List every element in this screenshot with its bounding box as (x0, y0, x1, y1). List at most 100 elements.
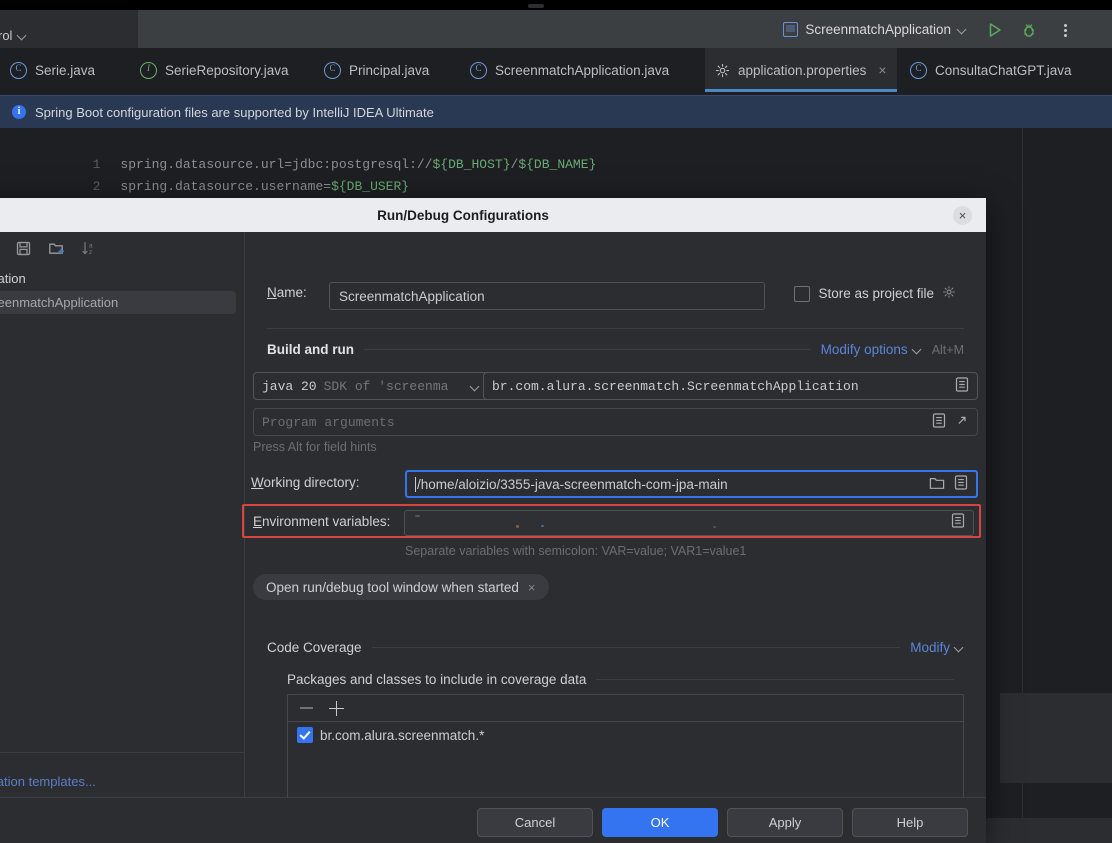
editor-tab-application-properties[interactable]: application.properties × (705, 48, 897, 92)
code-token: ${DB_USER} (331, 179, 410, 194)
working-directory-actions (929, 475, 968, 493)
main-class-actions (955, 376, 969, 396)
editor-tab-serierepository[interactable]: I SerieRepository.java (130, 48, 299, 92)
store-as-project-file-checkbox[interactable]: Store as project file (794, 285, 956, 302)
insert-macro-icon[interactable] (951, 513, 965, 533)
chevron-down-icon (471, 382, 480, 391)
java-class-icon: C (10, 61, 27, 79)
coverage-item-label: br.com.alura.screenmatch.* (320, 727, 485, 743)
sdk-version-label: java 20 (262, 378, 317, 394)
dialog-body: a z plication ScreenmatchApplication gur… (0, 232, 986, 843)
plus-icon[interactable] (329, 700, 344, 716)
save-icon[interactable] (15, 240, 32, 257)
more-actions-button[interactable] (1056, 21, 1074, 39)
coverage-packages-label: Packages and classes to include in cover… (287, 672, 587, 687)
close-icon[interactable]: × (528, 580, 536, 595)
program-arguments-placeholder: Program arguments (262, 414, 395, 430)
version-control-label: rol (0, 28, 13, 43)
run-configuration-selector[interactable]: ScreenmatchApplication (783, 10, 967, 48)
name-input-value: ScreenmatchApplication (339, 288, 485, 304)
window-drag-nub (528, 4, 544, 8)
editor-tab-consultachatgpt[interactable]: C ConsultaChatGPT.java (900, 48, 1082, 92)
run-config-icon (783, 21, 799, 37)
program-arguments-input[interactable]: Program arguments (253, 408, 978, 436)
dialog-sidebar: a z plication ScreenmatchApplication gur… (0, 232, 245, 798)
header-rule (596, 679, 954, 680)
editor-tab-serie[interactable]: C Serie.java (0, 48, 105, 92)
sidebar-group-label: plication (0, 271, 26, 286)
more-vertical-icon (1063, 29, 1067, 32)
working-directory-input[interactable]: /home/aloizio/3355-java-screenmatch-com-… (405, 470, 978, 498)
working-directory-row: Working directory: /home/aloizio/3355-ja… (245, 470, 978, 498)
run-button[interactable] (986, 21, 1004, 39)
coverage-list-item[interactable]: br.com.alura.screenmatch.* (288, 722, 963, 743)
cancel-button[interactable]: Cancel (477, 808, 593, 837)
folder-browse-icon[interactable] (929, 476, 945, 493)
working-directory-label: Working directory: (251, 475, 360, 490)
java-class-icon: C (910, 61, 927, 79)
jre-sdk-select[interactable]: java 20 SDK of 'screenma (253, 372, 489, 400)
option-chip-open-tool-window[interactable]: Open run/debug tool window when started … (253, 574, 549, 600)
code-token: spring.datasource.username= (120, 179, 332, 194)
checkbox-box[interactable] (297, 727, 313, 743)
environment-variables-input[interactable] (404, 510, 974, 536)
close-icon[interactable]: × (953, 206, 972, 225)
chevron-down-icon (958, 25, 967, 34)
sidebar-item-screenmatchapplication[interactable]: ScreenmatchApplication (0, 291, 236, 314)
name-input[interactable]: ScreenmatchApplication (329, 282, 765, 310)
help-button[interactable]: Help (852, 808, 968, 837)
run-config-label: ScreenmatchApplication (805, 21, 951, 37)
edit-configuration-templates-link[interactable]: guration templates... (0, 774, 244, 789)
header-rule (371, 647, 901, 648)
main-class-input[interactable]: br.com.alura.screenmatch.ScreenmatchAppl… (483, 372, 978, 400)
insert-macro-icon[interactable] (932, 412, 946, 432)
sort-alphabetically-icon[interactable]: a z (81, 240, 98, 257)
code-coverage-modify-link[interactable]: Modify (910, 640, 964, 655)
dialog-title-bar: Run/Debug Configurations × (0, 198, 986, 232)
more-vertical-icon (1063, 24, 1067, 27)
modify-options-link[interactable]: Modify options (821, 342, 922, 357)
store-as-project-file-label: Store as project file (818, 286, 934, 301)
tab-label: SerieRepository.java (165, 62, 289, 78)
close-icon[interactable]: × (878, 63, 886, 77)
tab-label: ConsultaChatGPT.java (935, 62, 1072, 78)
code-lines: 1 spring.datasource.url=jdbc:postgresql:/… (0, 132, 1112, 216)
modify-options-shortcut: Alt+M (931, 342, 964, 357)
code-token: ${DB_NAME} (518, 157, 597, 172)
tab-label: Principal.java (349, 62, 430, 78)
editor-tab-principal[interactable]: C Principal.java (314, 48, 439, 92)
version-control-widget[interactable]: rol (0, 28, 27, 43)
editor-tab-screenmatchapplication[interactable]: C ScreenmatchApplication.java (460, 48, 679, 92)
line-number: 1 (92, 157, 101, 172)
insert-macro-icon[interactable] (954, 475, 968, 493)
java-interface-icon: I (140, 61, 157, 79)
option-chip-label: Open run/debug tool window when started (266, 579, 519, 595)
window-top-strip (0, 0, 1112, 10)
dialog-main-pane: Name: ScreenmatchApplication Store as pr… (242, 232, 986, 812)
name-row: Name: ScreenmatchApplication Store as pr… (267, 282, 964, 312)
code-coverage-modify-label: Modify (910, 640, 950, 655)
code-coverage-title: Code Coverage (267, 640, 362, 655)
line-number: 2 (92, 179, 101, 194)
debug-button[interactable] (1020, 21, 1038, 39)
debug-bug-icon (1023, 24, 1035, 37)
gear-icon[interactable] (942, 285, 956, 302)
minus-icon[interactable] (300, 707, 313, 709)
coverage-packages-panel: br.com.alura.screenmatch.* (287, 694, 964, 812)
modify-options-label: Modify options (820, 342, 908, 357)
chevron-down-icon (18, 31, 27, 40)
new-folder-icon[interactable] (48, 240, 65, 257)
tab-label: ScreenmatchApplication.java (495, 62, 670, 78)
checkbox-box (794, 285, 811, 302)
sidebar-group: plication ScreenmatchApplication (0, 268, 244, 314)
dialog-footer: Cancel OK Apply Help (0, 797, 986, 843)
text-caret (415, 476, 416, 492)
insert-macro-icon[interactable] (955, 376, 969, 396)
ok-button[interactable]: OK (602, 808, 718, 837)
apply-button[interactable]: Apply (727, 808, 843, 837)
expand-diagonal-icon[interactable] (955, 413, 969, 431)
svg-text:z: z (89, 249, 92, 256)
build-and-run-header: Build and run Modify options Alt+M (267, 342, 964, 357)
more-vertical-icon (1063, 34, 1067, 37)
sdk-description-label: SDK of 'screenma (323, 378, 449, 394)
